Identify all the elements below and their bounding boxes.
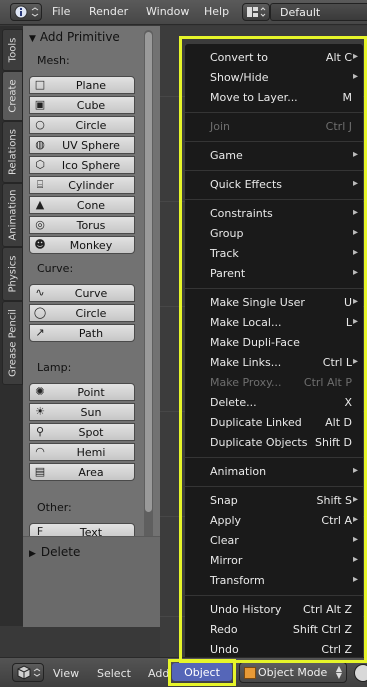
ico-sphere-icon: ⬡ (35, 158, 45, 171)
add-spot-button[interactable]: ⚲ Spot (29, 423, 135, 441)
menu-view[interactable]: View (53, 667, 79, 680)
cylinder-icon: ⌸ (36, 178, 44, 191)
button-label: Spot (78, 426, 104, 439)
path-icon: ↗ (35, 326, 45, 339)
bezier-curve-icon: ∿ (35, 286, 45, 299)
add-circle-button[interactable]: ○ Circle (29, 116, 135, 134)
add-circle-button[interactable]: ◯ Circle (29, 304, 135, 322)
add-primitive-header[interactable]: ▼ Add Primitive (29, 30, 120, 44)
tab-grease-pencil[interactable]: Grease Pencil (2, 301, 23, 385)
menu-select[interactable]: Select (97, 667, 131, 680)
tab-relations[interactable]: Relations (2, 121, 23, 183)
add-monkey-button[interactable]: ☻ Monkey (29, 236, 135, 254)
button-label: Curve (74, 287, 108, 300)
circle-icon: ○ (35, 118, 45, 131)
menu-file[interactable]: File (52, 5, 70, 18)
info-editor-button[interactable] (10, 3, 42, 21)
scrollbar-thumb[interactable] (145, 32, 152, 512)
torus-icon: ◎ (35, 218, 45, 231)
viewport-shading-button[interactable] (354, 664, 367, 682)
button-label: UV Sphere (62, 139, 120, 152)
button-label: Ico Sphere (61, 159, 121, 172)
add-cylinder-button[interactable]: ⌸ Cylinder (29, 176, 135, 194)
add-sun-button[interactable]: ☀ Sun (29, 403, 135, 421)
operator-panel-title: Delete (40, 545, 81, 559)
screen-layout-icon (247, 7, 266, 17)
add-curve-button[interactable]: ∿ Curve (29, 284, 135, 302)
button-label: Point (77, 386, 105, 399)
group-label: Lamp: (37, 361, 72, 374)
tool-shelf: ▼ Add Primitive Mesh: □ Plane ▣ Cube ○ Circle ◍ U… (23, 26, 160, 627)
add-point-button[interactable]: ✺ Point (29, 383, 135, 401)
plane-icon: □ (34, 78, 46, 91)
interaction-mode-select[interactable]: Object Mode ▲ ▼ (239, 662, 347, 683)
button-label: Path (78, 327, 104, 340)
cube-icon: ▣ (34, 98, 46, 111)
add-cone-button[interactable]: ▲ Cone (29, 196, 135, 214)
highlight-menu-outline (179, 36, 367, 663)
button-label: Plane (75, 79, 107, 92)
screen-name: Default (280, 6, 321, 19)
operator-panel[interactable]: ▶ Delete (23, 536, 160, 627)
menu-window[interactable]: Window (146, 5, 189, 18)
3d-view-editor-icon (17, 665, 41, 680)
expand-triangle-icon: ▶ (29, 549, 36, 559)
screen-name-field[interactable]: Default (270, 3, 367, 21)
uv-sphere-icon: ◍ (35, 138, 45, 151)
button-label: Area (78, 466, 104, 479)
highlight-object-menu-outline (168, 659, 236, 686)
add-path-button[interactable]: ↗ Path (29, 324, 135, 342)
button-label: Torus (76, 219, 106, 232)
area-lamp-icon: ▤ (34, 465, 46, 478)
add-uv-sphere-button[interactable]: ◍ UV Sphere (29, 136, 135, 154)
cone-icon: ▲ (35, 198, 45, 211)
add-area-button[interactable]: ▤ Area (29, 463, 135, 481)
button-label: Monkey (69, 239, 113, 252)
add-hemi-button[interactable]: ◠ Hemi (29, 443, 135, 461)
tab-animation[interactable]: Animation (2, 183, 23, 247)
info-icon (14, 5, 39, 19)
collapse-triangle-icon: ▼ (29, 34, 36, 44)
curve-circle-icon: ◯ (33, 306, 47, 319)
sun-lamp-icon: ☀ (35, 405, 45, 418)
button-label: Cone (76, 199, 106, 212)
hemi-lamp-icon: ◠ (35, 445, 45, 458)
tool-shelf-scrollbar[interactable] (144, 30, 153, 590)
button-label: Hemi (76, 446, 106, 459)
tab-tools[interactable]: Tools (2, 29, 23, 71)
button-label: Cylinder (68, 179, 114, 192)
tab-create[interactable]: Create (2, 71, 23, 121)
button-label: Sun (80, 406, 102, 419)
screen-layout-button[interactable] (242, 3, 270, 21)
editor-type-button[interactable] (12, 663, 44, 682)
button-label: Circle (75, 119, 107, 132)
object-mode-icon (244, 667, 256, 679)
spot-lamp-icon: ⚲ (35, 425, 45, 438)
monkey-icon: ☻ (34, 238, 46, 251)
add-plane-button[interactable]: □ Plane (29, 76, 135, 94)
tool-shelf-tabs: Tools Create Relations Animation Physics… (0, 26, 23, 626)
group-label: Curve: (37, 262, 74, 275)
menu-help[interactable]: Help (204, 5, 229, 18)
button-label: Cube (76, 99, 106, 112)
group-label: Mesh: (37, 54, 70, 67)
menu-render[interactable]: Render (89, 5, 128, 18)
updown-arrows-icon: ▲ ▼ (335, 664, 342, 680)
button-label: Circle (75, 307, 107, 320)
add-ico-sphere-button[interactable]: ⬡ Ico Sphere (29, 156, 135, 174)
add-cube-button[interactable]: ▣ Cube (29, 96, 135, 114)
group-label: Other: (37, 501, 72, 514)
tab-physics[interactable]: Physics (2, 247, 23, 301)
top-menu-bar: File Render Window Help Default (0, 0, 367, 25)
menu-add[interactable]: Add (148, 667, 169, 680)
add-torus-button[interactable]: ◎ Torus (29, 216, 135, 234)
point-lamp-icon: ✺ (35, 385, 45, 398)
